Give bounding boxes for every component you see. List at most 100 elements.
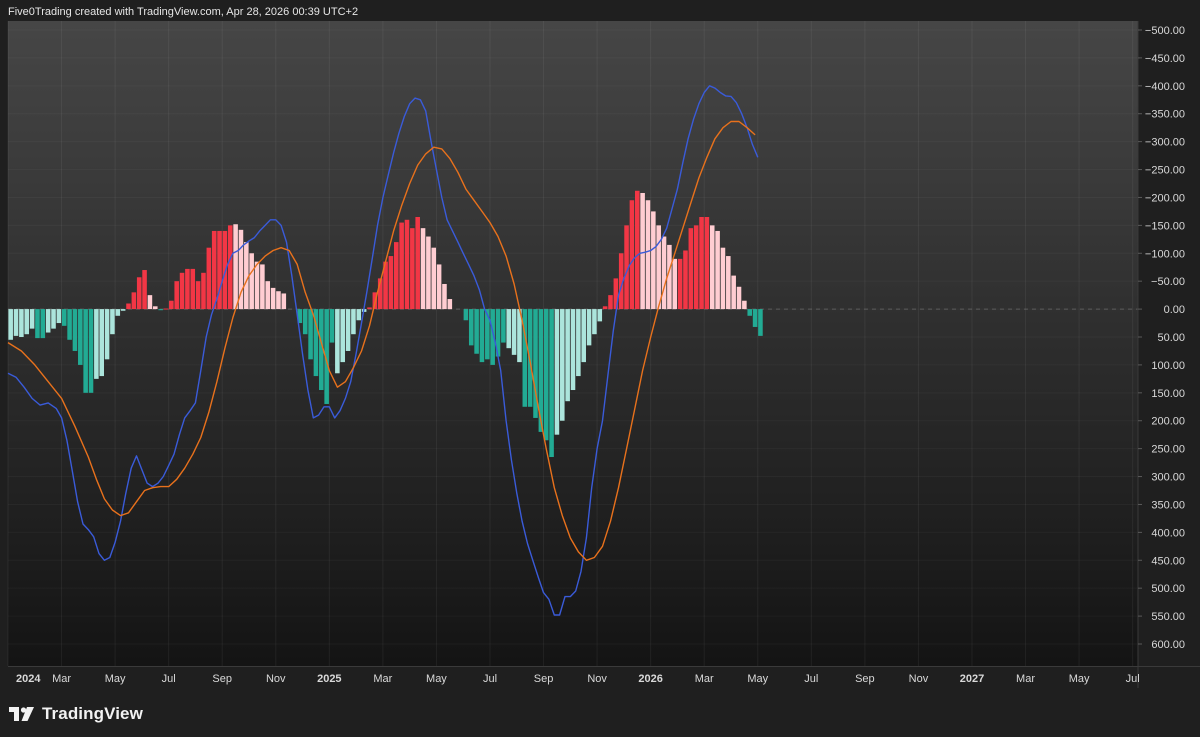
histogram-bar [747, 309, 753, 316]
histogram-bar [56, 309, 62, 324]
histogram-bar [570, 309, 576, 391]
histogram-bar [13, 309, 19, 336]
x-tick-label: 2026 [638, 673, 662, 685]
y-tick-label: 350.00 [1151, 499, 1185, 511]
histogram-bar [597, 309, 603, 322]
histogram-bar [501, 309, 506, 343]
histogram-bar [308, 309, 313, 360]
histogram-bar [24, 309, 30, 335]
y-axis[interactable]: −500.00 −450.00 −400.00 −350.00 −300.00 −250.… [1138, 25, 1185, 651]
x-axis[interactable]: 2024 Mar May Jul Sep Nov 2025 Mar May Jul Sep Nov 20… [16, 673, 1140, 685]
x-tick-label: Mar [373, 673, 392, 685]
x-tick-label: Mar [695, 673, 714, 685]
histogram-bar [463, 309, 469, 321]
histogram-bar [726, 256, 731, 310]
x-tick-label: Jul [162, 673, 176, 685]
histogram-bar [468, 309, 474, 346]
histogram-bar [174, 281, 179, 310]
histogram-bar [78, 309, 83, 365]
tradingview-logo-icon [9, 707, 34, 721]
macd-chart[interactable]: −500.00 −450.00 −400.00 −350.00 −300.00 −250.… [0, 0, 1200, 737]
histogram-bar [447, 299, 453, 310]
histogram-bar [136, 277, 142, 310]
chart-window: Five0Trading created with TradingView.co… [0, 0, 1200, 737]
histogram-bar [61, 309, 67, 326]
y-tick-label: −450.00 [1145, 53, 1185, 65]
x-tick-label: 2025 [317, 673, 341, 685]
histogram-bar [426, 236, 431, 310]
histogram-bar [201, 272, 206, 310]
y-tick-label: 450.00 [1151, 555, 1185, 567]
histogram-bar [99, 309, 104, 377]
histogram-bar [415, 216, 420, 310]
histogram-bar [479, 309, 485, 363]
histogram-bar [163, 308, 169, 310]
histogram-bar [672, 258, 678, 310]
histogram-bar [244, 242, 249, 310]
x-tick-label: Nov [587, 673, 607, 685]
histogram-bar [185, 268, 190, 310]
histogram-bar [527, 309, 533, 407]
histogram-bar [110, 309, 115, 335]
x-tick-label: Mar [1016, 673, 1035, 685]
y-tick-label: 200.00 [1151, 416, 1185, 428]
histogram-bar [40, 309, 46, 339]
x-tick-label: May [1069, 673, 1090, 685]
x-tick-label: 2024 [16, 673, 41, 685]
y-tick-label: 150.00 [1151, 388, 1185, 400]
histogram-bar [340, 309, 345, 363]
histogram-bar [683, 250, 688, 310]
histogram-bar [543, 309, 549, 441]
tradingview-brand[interactable]: TradingView [8, 702, 143, 726]
histogram-bar [742, 300, 747, 310]
histogram-bar [393, 242, 399, 310]
histogram-bar [645, 200, 651, 310]
histogram-bar [656, 225, 661, 310]
y-tick-label: −400.00 [1145, 81, 1185, 93]
histogram-bar [640, 192, 645, 310]
tradingview-wordmark: TradingView [42, 704, 143, 723]
histogram-bar [35, 309, 40, 339]
histogram-bar [158, 309, 163, 311]
histogram-bar [474, 309, 479, 354]
histogram-bar [227, 225, 233, 310]
histogram-bar [442, 283, 447, 310]
histogram-bar [8, 309, 13, 340]
y-tick-label: 550.00 [1151, 611, 1185, 623]
histogram-bar [281, 293, 287, 310]
histogram-bar [120, 309, 126, 311]
histogram-bar [399, 222, 404, 310]
histogram-bar [549, 309, 554, 458]
histogram-bar [19, 309, 24, 337]
histogram-bar [190, 268, 196, 310]
x-tick-label: Jul [804, 673, 818, 685]
y-tick-label: −50.00 [1151, 276, 1185, 288]
histogram-bar [699, 216, 704, 310]
x-tick-label: Nov [909, 673, 929, 685]
histogram-bar [731, 275, 736, 310]
histogram-bar [94, 309, 99, 379]
x-tick-label: May [105, 673, 126, 685]
histogram-bar [431, 247, 437, 310]
histogram-bar [335, 309, 340, 374]
histogram-bar [302, 309, 308, 335]
histogram-bar [511, 309, 517, 355]
y-tick-label: 300.00 [1151, 472, 1185, 484]
histogram-bar [147, 295, 153, 310]
histogram-bar [88, 309, 94, 393]
x-tick-label: May [747, 673, 768, 685]
histogram-bar [720, 247, 726, 310]
histogram-bar [211, 230, 217, 310]
y-tick-label: −200.00 [1145, 192, 1185, 204]
histogram-bar [104, 309, 110, 360]
histogram-bar [270, 287, 276, 310]
histogram-bar [404, 219, 410, 310]
histogram-bar [693, 225, 699, 310]
x-tick-label: Jul [483, 673, 497, 685]
histogram-bar [592, 309, 597, 335]
histogram-bar [704, 216, 710, 310]
histogram-bar [436, 264, 442, 310]
histogram-bar [688, 228, 694, 310]
y-tick-label: 50.00 [1157, 332, 1185, 344]
histogram-bar [260, 264, 265, 310]
